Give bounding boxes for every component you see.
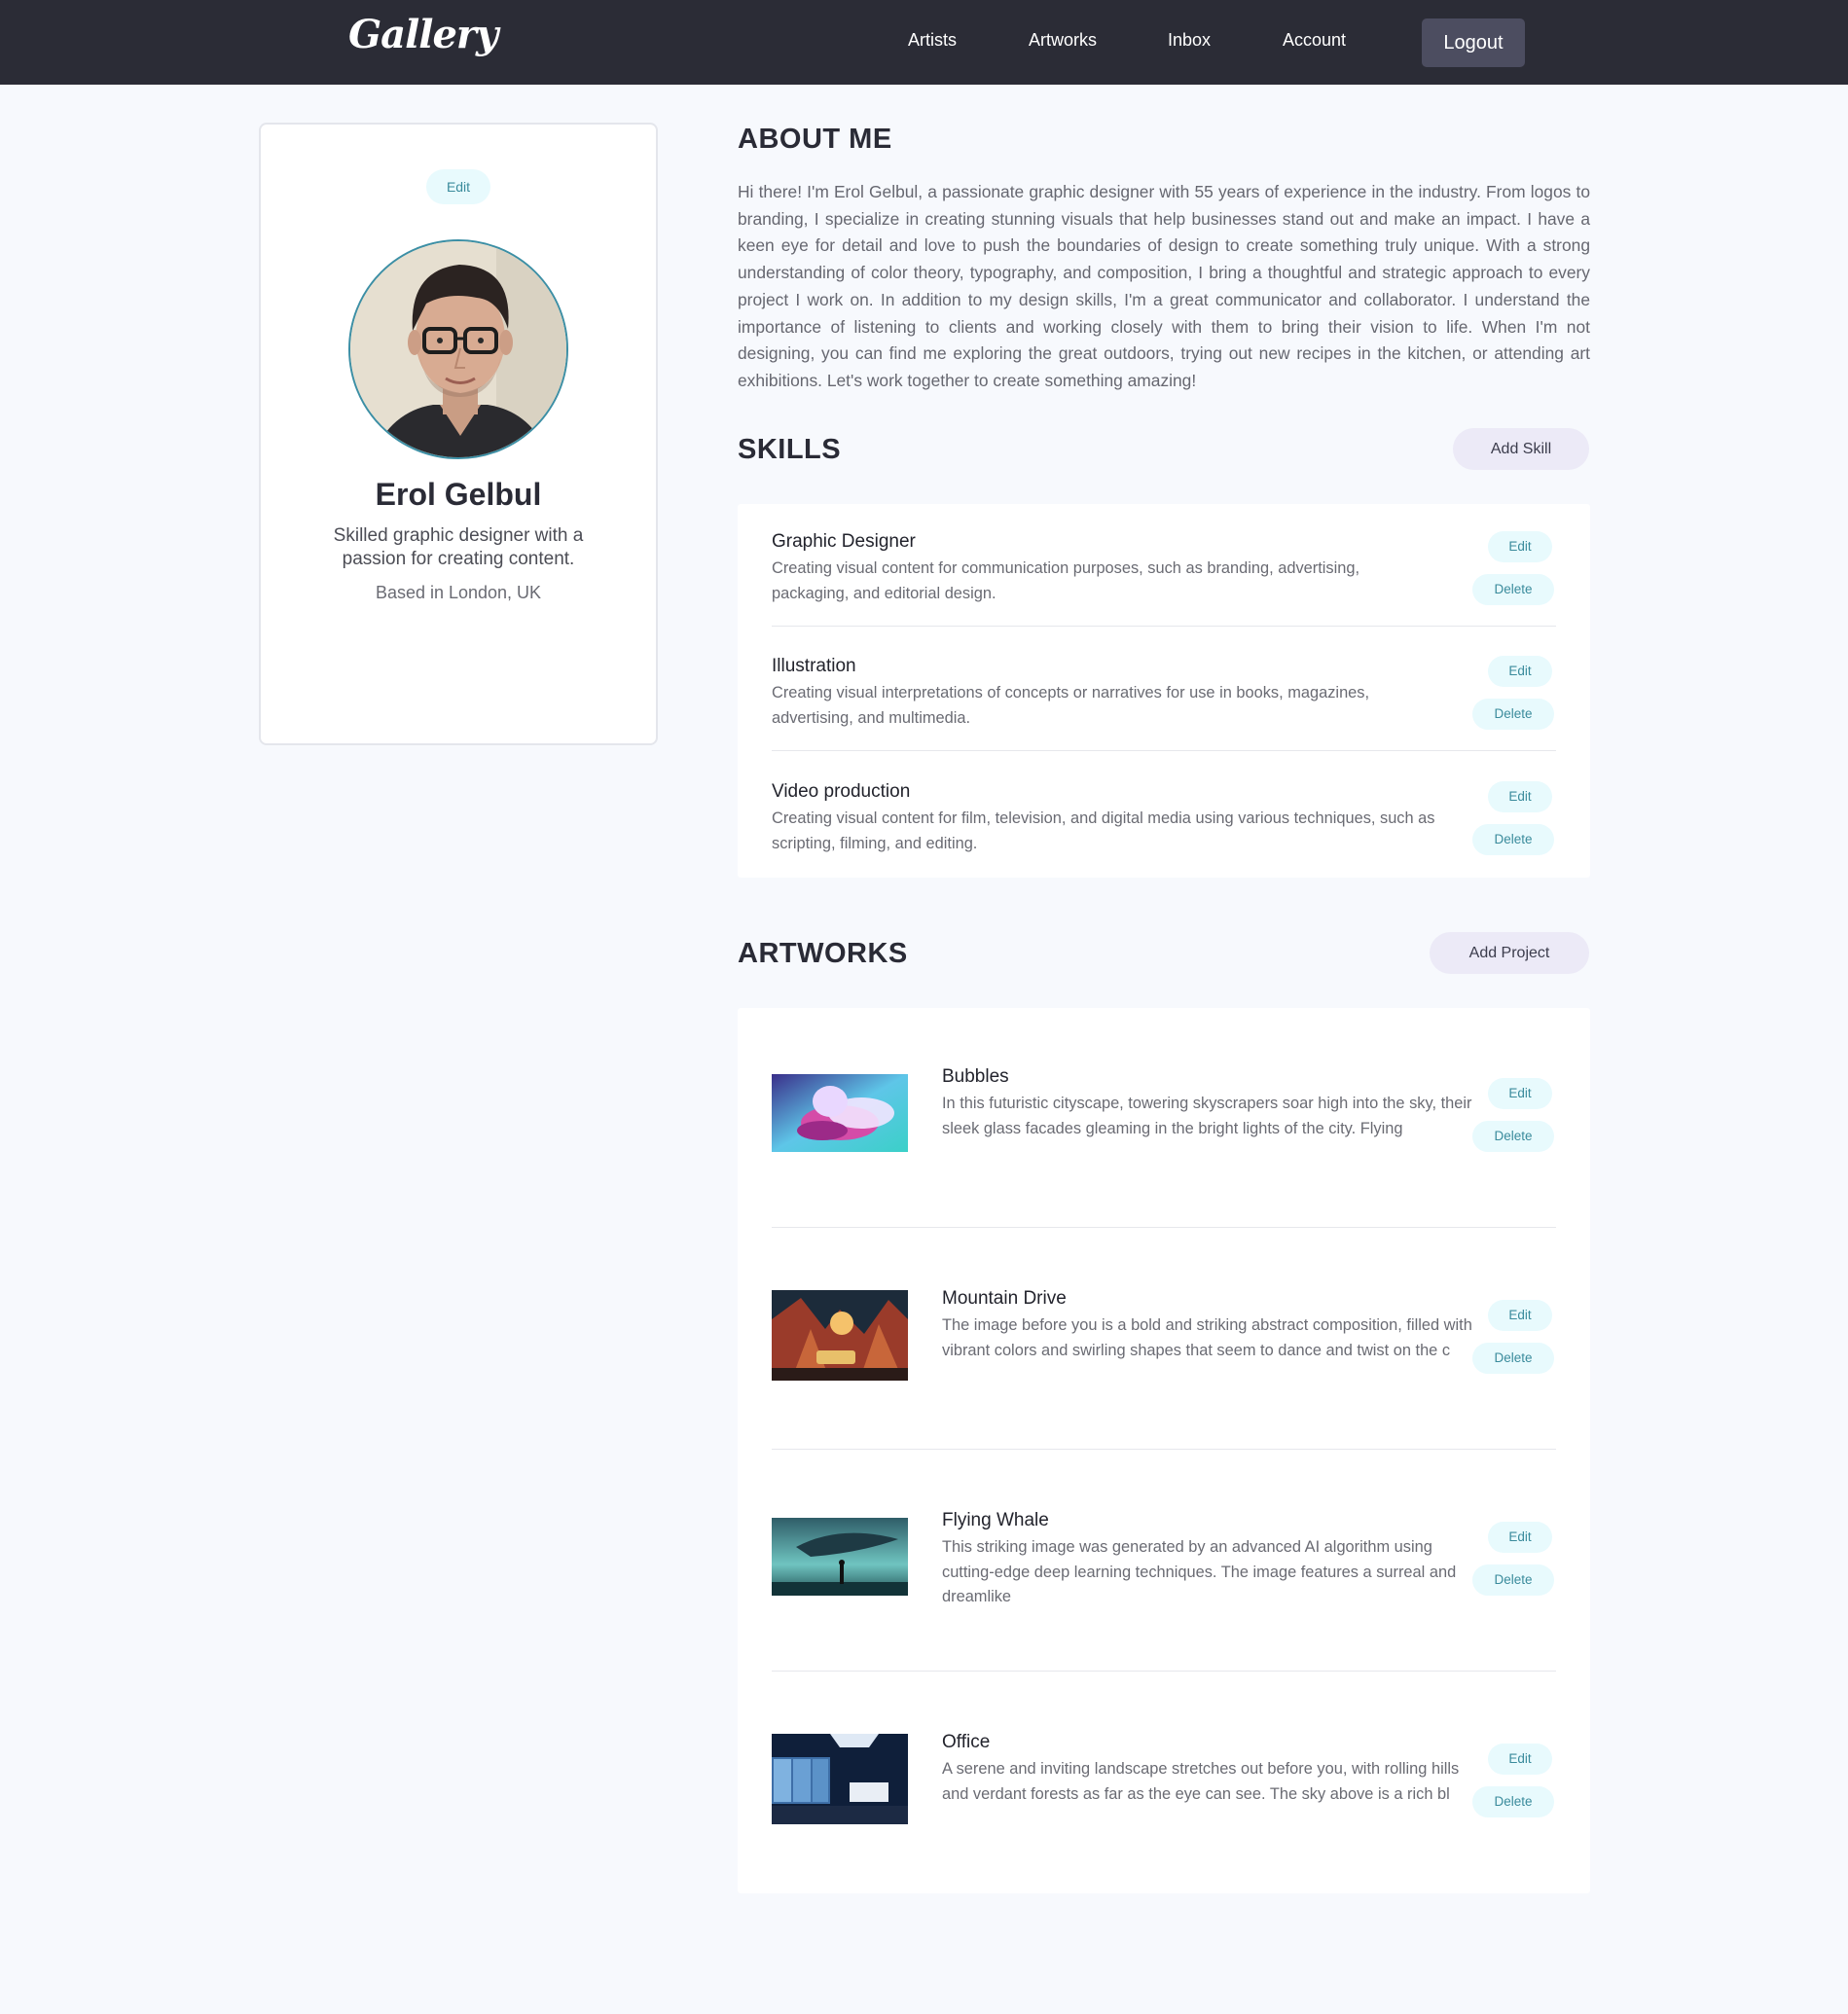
skills-panel: Graphic Designer Creating visual content… — [738, 504, 1590, 878]
artwork-description: The image before you is a bold and strik… — [942, 1316, 1472, 1359]
divider — [772, 626, 1556, 627]
skills-title: SKILLS — [738, 434, 842, 465]
artwork-thumbnail[interactable] — [772, 1290, 908, 1381]
artwork-item: Bubbles In this futuristic cityscape, to… — [772, 1066, 1556, 1173]
artwork-thumbnail[interactable] — [772, 1074, 908, 1152]
artwork-title: Flying Whale — [942, 1510, 1049, 1530]
skill-delete-button[interactable]: Delete — [1472, 699, 1554, 730]
divider — [772, 1227, 1556, 1228]
skill-title: Video production — [772, 781, 911, 802]
skill-description: Creating visual interpretations of conce… — [772, 684, 1370, 727]
top-navbar: Gallery Artists Artworks Inbox Account L… — [0, 0, 1848, 85]
divider — [772, 1671, 1556, 1672]
divider — [772, 750, 1556, 751]
profile-card: Edit Erol Gelbul Skilled graphic designe… — [259, 123, 658, 745]
nav-artworks[interactable]: Artworks — [1029, 30, 1097, 51]
skill-title: Graphic Designer — [772, 531, 916, 552]
artwork-edit-button[interactable]: Edit — [1488, 1078, 1552, 1109]
about-title: ABOUT ME — [738, 124, 892, 155]
artwork-item: Flying Whale This striking image was gen… — [772, 1510, 1556, 1617]
artwork-edit-button[interactable]: Edit — [1488, 1300, 1552, 1331]
artwork-delete-button[interactable]: Delete — [1472, 1121, 1554, 1152]
artwork-delete-button[interactable]: Delete — [1472, 1564, 1554, 1596]
artwork-item: Office A serene and inviting landscape s… — [772, 1732, 1556, 1839]
avatar — [348, 239, 568, 459]
divider — [772, 1449, 1556, 1450]
skill-description: Creating visual content for communicatio… — [772, 559, 1360, 602]
artwork-title: Office — [942, 1732, 991, 1752]
profile-location: Based in London, UK — [375, 583, 542, 602]
artwork-thumbnail[interactable] — [772, 1518, 908, 1596]
brand-logo[interactable]: Gallery — [348, 12, 498, 57]
add-skill-button[interactable]: Add Skill — [1453, 428, 1589, 470]
skill-item: Video production Creating visual content… — [772, 775, 1556, 873]
artwork-description: A serene and inviting landscape stretche… — [942, 1760, 1460, 1803]
artwork-delete-button[interactable]: Delete — [1472, 1343, 1554, 1374]
nav-account[interactable]: Account — [1283, 30, 1346, 51]
artwork-edit-button[interactable]: Edit — [1488, 1744, 1552, 1775]
skill-edit-button[interactable]: Edit — [1488, 781, 1552, 812]
nav-artists[interactable]: Artists — [908, 30, 957, 51]
skill-item: Illustration Creating visual interpretat… — [772, 650, 1556, 747]
artwork-item: Mountain Drive The image before you is a… — [772, 1288, 1556, 1395]
artwork-description: In this futuristic cityscape, towering s… — [942, 1095, 1472, 1137]
artwork-title: Mountain Drive — [942, 1288, 1067, 1309]
profile-tagline: Skilled graphic designer with a passion … — [333, 525, 584, 569]
profile-edit-button[interactable]: Edit — [426, 169, 490, 204]
skill-description: Creating visual content for film, televi… — [772, 809, 1435, 852]
about-text: Hi there! I'm Erol Gelbul, a passionate … — [738, 182, 1590, 390]
artwork-description: This striking image was generated by an … — [942, 1538, 1457, 1605]
nav-inbox[interactable]: Inbox — [1168, 30, 1211, 51]
artwork-title: Bubbles — [942, 1066, 1009, 1087]
artwork-delete-button[interactable]: Delete — [1472, 1786, 1554, 1817]
artwork-thumbnail[interactable] — [772, 1734, 908, 1824]
skill-title: Illustration — [772, 656, 856, 676]
skill-delete-button[interactable]: Delete — [1472, 824, 1554, 855]
skill-edit-button[interactable]: Edit — [1488, 656, 1552, 687]
skill-item: Graphic Designer Creating visual content… — [772, 525, 1556, 623]
artworks-title: ARTWORKS — [738, 938, 908, 969]
artworks-panel: Bubbles In this futuristic cityscape, to… — [738, 1008, 1590, 1893]
artwork-edit-button[interactable]: Edit — [1488, 1522, 1552, 1553]
logout-button[interactable]: Logout — [1422, 18, 1525, 67]
avatar-portrait-image — [350, 241, 566, 457]
skill-delete-button[interactable]: Delete — [1472, 574, 1554, 605]
add-project-button[interactable]: Add Project — [1430, 932, 1589, 974]
profile-name: Erol Gelbul — [375, 477, 542, 512]
skill-edit-button[interactable]: Edit — [1488, 531, 1552, 562]
